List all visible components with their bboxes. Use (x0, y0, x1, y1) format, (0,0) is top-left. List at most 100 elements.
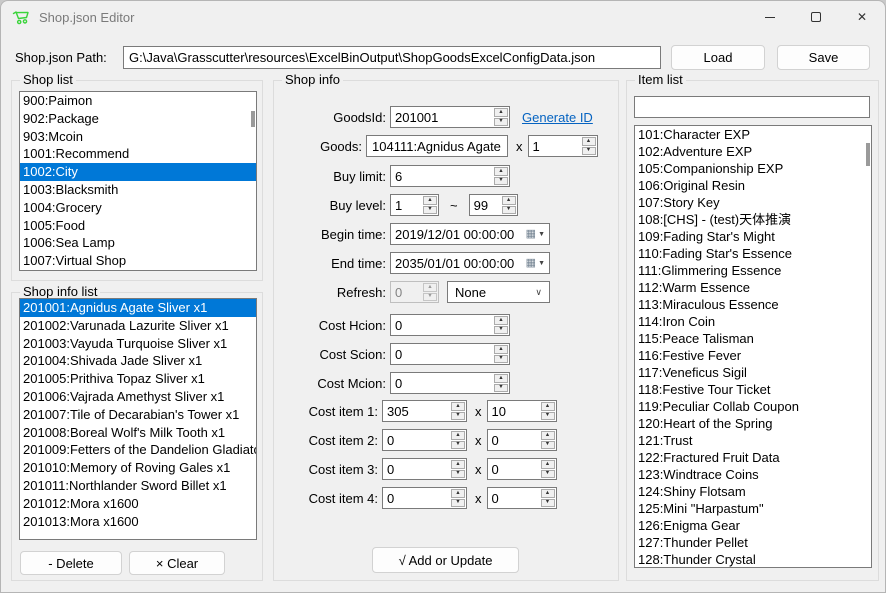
shop-info-list-item[interactable]: 201013:Mora x1600 (20, 513, 256, 531)
cost-scion-input[interactable] (391, 344, 493, 364)
item-list-item[interactable]: 117:Veneficus Sigil (635, 364, 871, 381)
spin-down-icon[interactable]: ▼ (582, 147, 596, 156)
item-list-item[interactable]: 113:Miraculous Essence (635, 296, 871, 313)
item-list-item[interactable]: 109:Fading Star's Might (635, 228, 871, 245)
cost-hcion-input[interactable] (391, 315, 493, 335)
save-button[interactable]: Save (777, 45, 870, 70)
cost-item-3-count-input[interactable] (488, 459, 540, 479)
item-list-item[interactable]: 106:Original Resin (635, 177, 871, 194)
shop-list-item[interactable]: 1002:City (20, 163, 256, 181)
end-time-picker[interactable]: ▦ ▼ (390, 252, 550, 274)
buy-level-max-spinner[interactable]: ▲▼ (469, 194, 518, 216)
item-list-scrollbar[interactable] (866, 143, 870, 166)
cost-item-4-id-spinner[interactable]: ▲▼ (382, 487, 467, 509)
clear-button[interactable]: × Clear (129, 551, 225, 575)
goodsid-spinner[interactable]: ▲▼ (390, 106, 510, 128)
shop-info-list-item[interactable]: 201006:Vajrada Amethyst Sliver x1 (20, 388, 256, 406)
item-list-item[interactable]: 101:Character EXP (635, 126, 871, 143)
shop-list-item[interactable]: 900:Paimon (20, 92, 256, 110)
shop-list-item[interactable]: 1003:Blacksmith (20, 181, 256, 199)
item-list-item[interactable]: 126:Enigma Gear (635, 517, 871, 534)
cost-item-2-id-input[interactable] (383, 430, 450, 450)
item-list-item[interactable]: 120:Heart of the Spring (635, 415, 871, 432)
cost-item-3-id-spinner[interactable]: ▲▼ (382, 458, 467, 480)
shop-info-list-item[interactable]: 201010:Memory of Roving Gales x1 (20, 459, 256, 477)
buy-level-min-input[interactable] (391, 195, 422, 215)
cost-item-1-id-spinner[interactable]: ▲▼ (382, 400, 467, 422)
shop-info-list-item[interactable]: 201002:Varunada Lazurite Sliver x1 (20, 317, 256, 335)
spin-up-icon[interactable]: ▲ (451, 460, 465, 469)
item-list-item[interactable]: 128:Thunder Crystal (635, 551, 871, 568)
cost-item-2-count-spinner[interactable]: ▲▼ (487, 429, 557, 451)
spin-up-icon[interactable]: ▲ (494, 316, 508, 325)
shop-list-item[interactable]: 1004:Grocery (20, 199, 256, 217)
item-list-item[interactable]: 102:Adventure EXP (635, 143, 871, 160)
item-list-item[interactable]: 119:Peculiar Collab Coupon (635, 398, 871, 415)
cost-item-1-count-input[interactable] (488, 401, 540, 421)
spin-up-icon[interactable]: ▲ (582, 137, 596, 146)
spin-down-icon[interactable]: ▼ (541, 470, 555, 479)
spin-down-icon[interactable]: ▼ (451, 470, 465, 479)
item-list-item[interactable]: 107:Story Key (635, 194, 871, 211)
spin-down-icon[interactable]: ▼ (451, 499, 465, 508)
cost-item-3-id-input[interactable] (383, 459, 450, 479)
spin-down-icon[interactable]: ▼ (541, 499, 555, 508)
shop-list-item[interactable]: 1007:Virtual Shop (20, 252, 256, 270)
spin-down-icon[interactable]: ▼ (494, 355, 508, 364)
spin-up-icon[interactable]: ▲ (502, 196, 516, 205)
generate-id-link[interactable]: Generate ID (522, 110, 593, 125)
goodsid-input[interactable] (391, 107, 493, 127)
item-list-item[interactable]: 114:Iron Coin (635, 313, 871, 330)
spin-up-icon[interactable]: ▲ (494, 374, 508, 383)
spin-down-icon[interactable]: ▼ (423, 206, 437, 215)
item-list-item[interactable]: 115:Peace Talisman (635, 330, 871, 347)
cost-mcion-spinner[interactable]: ▲▼ (390, 372, 510, 394)
spin-down-icon[interactable]: ▼ (541, 441, 555, 450)
goods-input[interactable] (366, 135, 508, 157)
calendar-dropdown-icon[interactable]: ▼ (538, 231, 545, 238)
cost-item-4-count-input[interactable] (488, 488, 540, 508)
buy-level-max-input[interactable] (470, 195, 501, 215)
spin-up-icon[interactable]: ▲ (494, 108, 508, 117)
item-list-item[interactable]: 108:[CHS] - (test)天体推演 (635, 211, 871, 228)
item-list-item[interactable]: 116:Festive Fever (635, 347, 871, 364)
begin-time-input[interactable] (395, 227, 524, 242)
spin-up-icon[interactable]: ▲ (423, 196, 437, 205)
item-list-item[interactable]: 110:Fading Star's Essence (635, 245, 871, 262)
item-list-item[interactable]: 112:Warm Essence (635, 279, 871, 296)
item-list-item[interactable]: 118:Festive Tour Ticket (635, 381, 871, 398)
item-search-input[interactable] (634, 96, 870, 118)
cost-item-2-count-input[interactable] (488, 430, 540, 450)
cost-scion-spinner[interactable]: ▲▼ (390, 343, 510, 365)
close-button[interactable]: ✕ (839, 1, 885, 33)
cost-hcion-spinner[interactable]: ▲▼ (390, 314, 510, 336)
shop-list-item[interactable]: 903:Mcoin (20, 128, 256, 146)
buy-limit-input[interactable] (391, 166, 493, 186)
spin-up-icon[interactable]: ▲ (494, 167, 508, 176)
spin-down-icon[interactable]: ▼ (494, 177, 508, 186)
cost-item-1-count-spinner[interactable]: ▲▼ (487, 400, 557, 422)
spin-up-icon[interactable]: ▲ (494, 345, 508, 354)
shop-list-scrollbar[interactable] (251, 111, 255, 127)
spin-up-icon[interactable]: ▲ (451, 489, 465, 498)
shop-info-list-item[interactable]: 201009:Fetters of the Dandelion Gladiato… (20, 441, 256, 459)
buy-limit-spinner[interactable]: ▲▼ (390, 165, 510, 187)
spin-down-icon[interactable]: ▼ (502, 206, 516, 215)
item-list-item[interactable]: 105:Companionship EXP (635, 160, 871, 177)
spin-down-icon[interactable]: ▼ (494, 118, 508, 127)
item-list-item[interactable]: 125:Mini "Harpastum" (635, 500, 871, 517)
spin-down-icon[interactable]: ▼ (451, 412, 465, 421)
spin-up-icon[interactable]: ▲ (541, 402, 555, 411)
item-list-item[interactable]: 123:Windtrace Coins (635, 466, 871, 483)
refresh-mode-dropdown[interactable]: None ∨ (447, 281, 550, 303)
maximize-button[interactable] (793, 1, 839, 33)
item-list-item[interactable]: 124:Shiny Flotsam (635, 483, 871, 500)
spin-down-icon[interactable]: ▼ (451, 441, 465, 450)
spin-up-icon[interactable]: ▲ (541, 431, 555, 440)
shop-info-list-item[interactable]: 201001:Agnidus Agate Sliver x1 (20, 299, 256, 317)
shop-list-item[interactable]: 902:Package (20, 110, 256, 128)
minimize-button[interactable] (747, 1, 793, 33)
begin-time-picker[interactable]: ▦ ▼ (390, 223, 550, 245)
shop-info-list-item[interactable]: 201012:Mora x1600 (20, 495, 256, 513)
goods-count-input[interactable] (529, 136, 581, 156)
